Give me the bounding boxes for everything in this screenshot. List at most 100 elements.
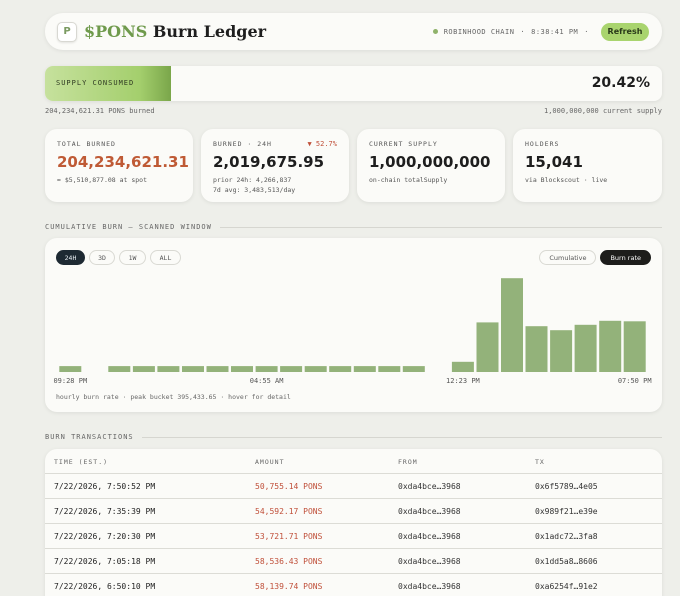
table-row[interactable]: 7/22/2026, 7:20:30 PM 53,721.71 PONS 0xda4… xyxy=(45,524,662,549)
tx-section-title: BURN TRANSACTIONS xyxy=(45,433,662,441)
cell-time: 7/22/2026, 7:05:18 PM xyxy=(54,557,156,566)
range-tabs: 24H 3D 1W ALL xyxy=(56,250,181,265)
tab-24h[interactable]: 24H xyxy=(56,250,85,265)
card-total-burned: TOTAL BURNED 204,234,621.31 ≈ $5,510,877… xyxy=(45,129,193,202)
tx-table: TIME (EST.) AMOUNT FROM TX 7/22/2026, 7:… xyxy=(45,449,662,596)
chart-panel: 09:28 PM 04:55 AM 12:23 PM 07:50 PM 24H 3D … xyxy=(45,238,662,412)
supply-current-text: 1,000,000,000 current supply xyxy=(543,107,662,115)
separator: · xyxy=(584,27,589,36)
tab-1w[interactable]: 1W xyxy=(119,250,146,265)
table-row[interactable]: 7/22/2026, 7:35:39 PM 54,592.17 PONS 0xda4… xyxy=(45,499,662,524)
chart-bar[interactable] xyxy=(378,366,401,372)
col-header-amount: AMOUNT xyxy=(255,458,285,466)
table-row[interactable]: 7/22/2026, 6:50:10 PM 58,139.74 PONS 0xda4… xyxy=(45,574,662,596)
cell-tx-hash[interactable]: 0xa6254f…91e2 xyxy=(535,582,598,591)
chart-section-title-text: CUMULATIVE BURN — SCANNED WINDOW xyxy=(45,223,212,231)
x-tick-label: 09:28 PM xyxy=(53,377,87,385)
x-tick-label: 12:23 PM xyxy=(446,377,480,385)
header-status: ROBINHOOD CHAIN · 8:38:41 PM · Refresh xyxy=(432,22,649,41)
divider xyxy=(219,226,662,228)
logo-icon: P xyxy=(57,21,77,42)
cell-tx-hash[interactable]: 0x1dd5a8…8606 xyxy=(535,557,598,566)
refresh-button[interactable]: Refresh xyxy=(601,22,649,41)
cell-amount: 50,755.14 PONS xyxy=(255,482,323,491)
chart-bar[interactable] xyxy=(525,326,548,372)
x-tick-label: 04:55 AM xyxy=(250,377,284,385)
cell-time: 7/22/2026, 7:35:39 PM xyxy=(54,507,156,516)
col-header-tx: TX xyxy=(535,458,545,466)
divider xyxy=(141,436,662,438)
card-sub: prior 24h: 4,266,837 7d avg: 3,483,513/d… xyxy=(213,175,337,195)
chart-bar[interactable] xyxy=(550,330,573,372)
card-sub: on-chain totalSupply xyxy=(369,176,448,184)
card-value: 1,000,000,000 xyxy=(369,153,491,171)
card-current-supply: CURRENT SUPPLY 1,000,000,000 on-chain to… xyxy=(357,129,505,202)
cell-tx-hash[interactable]: 0x989f21…e39e xyxy=(535,507,598,516)
chart-bar[interactable] xyxy=(476,322,499,372)
seven-day-avg: 7d avg: 3,483,513/day xyxy=(213,186,296,194)
chart-bar[interactable] xyxy=(304,366,327,372)
chart-bar[interactable] xyxy=(255,366,278,372)
chart-bar[interactable] xyxy=(280,366,303,372)
chart-bar[interactable] xyxy=(182,366,204,372)
chart-bar[interactable] xyxy=(329,366,352,372)
card-sub: via Blockscout · live xyxy=(525,176,608,184)
chart-bar[interactable] xyxy=(623,321,646,372)
chart-bar[interactable] xyxy=(574,324,597,372)
separator: · xyxy=(520,27,526,36)
chart-bar[interactable] xyxy=(108,366,131,372)
chart-bar[interactable] xyxy=(59,366,82,372)
chart-bar[interactable] xyxy=(206,366,229,372)
cell-time: 7/22/2026, 7:50:52 PM xyxy=(54,482,156,491)
table-body: 7/22/2026, 7:50:52 PM 50,755.14 PONS 0xda4… xyxy=(45,474,662,596)
tab-3d[interactable]: 3D xyxy=(89,250,115,265)
cell-from-address[interactable]: 0xda4bce…3968 xyxy=(398,482,461,491)
cell-time: 7/22/2026, 6:50:10 PM xyxy=(54,582,156,591)
table-row[interactable]: 7/22/2026, 7:05:18 PM 58,536.43 PONS 0xda4… xyxy=(45,549,662,574)
prior-24h: prior 24h: 4,266,837 xyxy=(213,176,292,184)
cell-from-address[interactable]: 0xda4bce…3968 xyxy=(398,507,461,516)
col-header-from: FROM xyxy=(398,458,418,466)
chart-bar[interactable] xyxy=(402,366,425,372)
chart-bar[interactable] xyxy=(132,366,155,372)
tab-burn-rate[interactable]: Burn rate xyxy=(600,250,651,265)
card-value: 15,041 xyxy=(525,153,583,171)
table-row[interactable]: 7/22/2026, 7:50:52 PM 50,755.14 PONS 0xda4… xyxy=(45,474,662,499)
table-header-row: TIME (EST.) AMOUNT FROM TX xyxy=(45,449,662,474)
cell-tx-hash[interactable]: 0x6f5789…4e05 xyxy=(535,482,598,491)
chart-footer: hourly burn rate · peak bucket 395,433.6… xyxy=(56,393,291,401)
chart-bar[interactable] xyxy=(157,366,180,372)
mode-tabs: Cumulative Burn rate xyxy=(539,250,651,265)
supply-progress-bar: SUPPLY CONSUMED 20.42% xyxy=(45,66,662,101)
cell-from-address[interactable]: 0xda4bce…3968 xyxy=(398,582,461,591)
cell-from-address[interactable]: 0xda4bce…3968 xyxy=(398,532,461,541)
chart-bar[interactable] xyxy=(231,366,253,372)
cell-amount: 53,721.71 PONS xyxy=(255,532,323,541)
card-burned-24h: BURNED · 24H ▼ 52.7% 2,019,675.95 prior … xyxy=(201,129,349,202)
cell-time: 7/22/2026, 7:20:30 PM xyxy=(54,532,156,541)
chart-bar[interactable] xyxy=(599,320,622,372)
card-value: 2,019,675.95 xyxy=(213,153,325,171)
tab-cumulative[interactable]: Cumulative xyxy=(539,250,597,265)
live-dot-icon xyxy=(432,29,438,34)
card-value: 204,234,621.31 xyxy=(57,153,189,171)
chart-bar[interactable] xyxy=(353,366,376,372)
x-tick-label: 07:50 PM xyxy=(618,377,652,385)
chart-bar[interactable] xyxy=(451,361,474,372)
supply-percent: 20.42% xyxy=(591,75,650,91)
cell-from-address[interactable]: 0xda4bce…3968 xyxy=(398,557,461,566)
delta-badge: ▼ 52.7% xyxy=(307,140,337,148)
chart-bar[interactable] xyxy=(501,278,523,372)
cell-amount: 58,536.43 PONS xyxy=(255,557,323,566)
tab-all[interactable]: ALL xyxy=(150,250,181,265)
card-holders: HOLDERS 15,041 via Blockscout · live xyxy=(513,129,662,202)
cell-amount: 54,592.17 PONS xyxy=(255,507,323,516)
supply-burned-text: 204,234,621.31 PONS burned xyxy=(45,107,155,115)
cell-amount: 58,139.74 PONS xyxy=(255,582,323,591)
brand-ticker: $PONS xyxy=(84,22,148,41)
tx-section-title-text: BURN TRANSACTIONS xyxy=(45,433,134,441)
card-sub: ≈ $5,510,877.08 at spot xyxy=(57,176,148,184)
app-header: P $PONS Burn Ledger ROBINHOOD CHAIN · 8:… xyxy=(45,13,662,50)
brand-name: Burn Ledger xyxy=(152,22,267,41)
cell-tx-hash[interactable]: 0x1adc72…3fa8 xyxy=(535,532,598,541)
